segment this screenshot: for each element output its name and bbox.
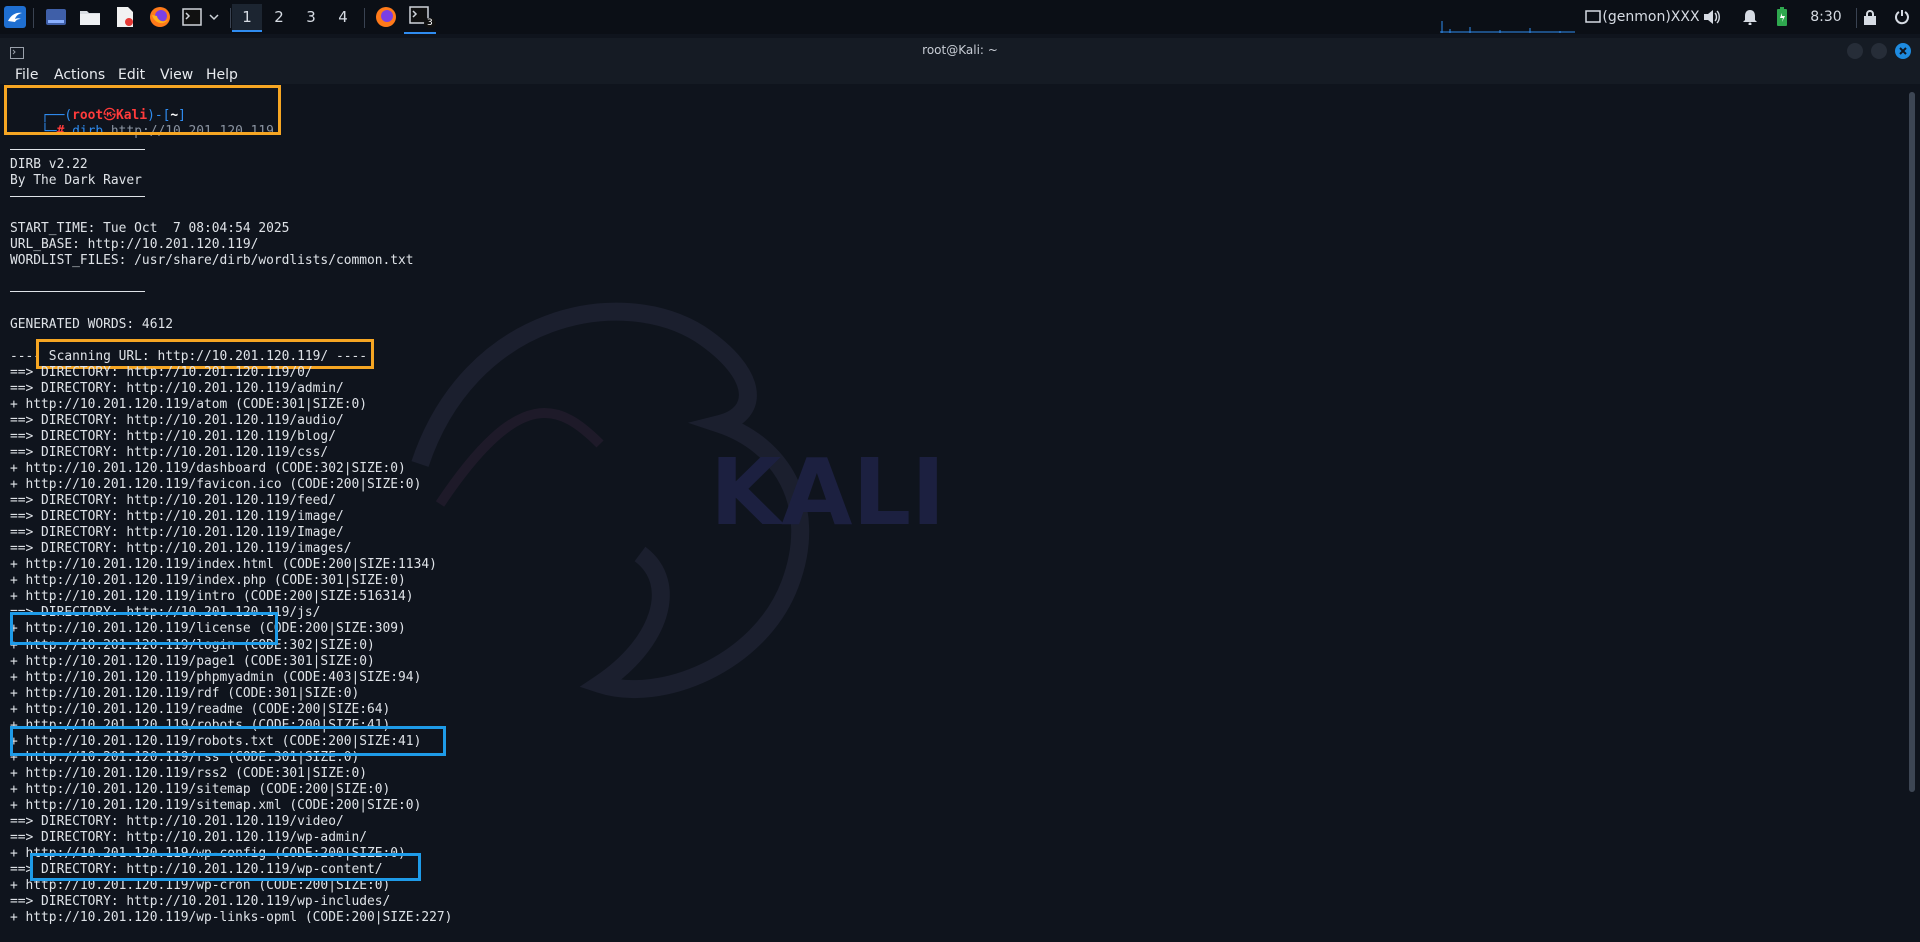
maximize-button[interactable] [1871, 43, 1887, 59]
result-line: + http://10.201.120.119/index.html (CODE… [10, 557, 437, 573]
close-button[interactable] [1895, 43, 1911, 59]
result-line: + http://10.201.120.119/atom (CODE:301|S… [10, 397, 367, 413]
text-editor-icon[interactable] [114, 0, 136, 34]
taskbar-terminal-window[interactable]: 3 [404, 0, 436, 34]
result-line: + http://10.201.120.119/favicon.ico (COD… [10, 477, 422, 493]
result-line: + http://10.201.120.119/sitemap (CODE:20… [10, 781, 391, 797]
result-line: + http://10.201.120.119/intro (CODE:200|… [10, 589, 414, 605]
scrollbar-thumb[interactable] [1909, 92, 1915, 792]
firefox-icon[interactable] [148, 0, 172, 34]
terminal-icon[interactable] [180, 0, 204, 34]
notification-bell-icon[interactable] [1740, 0, 1760, 34]
scrollbar[interactable] [1909, 92, 1915, 792]
divider [10, 149, 145, 150]
info-line: URL_BASE: http://10.201.120.119/ [10, 237, 259, 252]
highlight-box-command [4, 85, 281, 135]
menu-actions[interactable]: Actions [54, 67, 105, 83]
kali-menu-icon[interactable] [2, 0, 28, 34]
result-line: ==> DIRECTORY: http://10.201.120.119/adm… [10, 381, 344, 397]
result-line: + http://10.201.120.119/readme (CODE:200… [10, 701, 391, 717]
file-manager-icon[interactable] [78, 0, 102, 34]
separator [1856, 8, 1857, 28]
menu-file[interactable]: File [15, 67, 38, 83]
menu-help[interactable]: Help [206, 67, 238, 83]
terminal-area[interactable]: KALI ┌──(root㉿Kali)-[~] └─# dirb http://… [0, 84, 1920, 942]
power-icon[interactable] [1892, 0, 1912, 34]
separator [33, 8, 34, 28]
result-line: ==> DIRECTORY: http://10.201.120.119/0/ [10, 365, 313, 380]
result-line: + http://10.201.120.119/wp-links-opml (C… [10, 910, 453, 926]
window-title: root@Kali: ~ [922, 43, 998, 57]
result-line: ==> DIRECTORY: http://10.201.120.119/css… [10, 445, 329, 461]
separator [364, 8, 365, 28]
window-count-badge: 3 [424, 18, 436, 28]
result-line: ==> DIRECTORY: http://10.201.120.119/ima… [10, 541, 352, 557]
result-line: ==> DIRECTORY: http://10.201.120.119/ima… [10, 509, 344, 525]
genmon-label[interactable]: (genmon)XXX [1602, 0, 1699, 34]
highlight-box-wp-content [30, 853, 421, 881]
menubar: File Actions Edit View Help [0, 64, 1920, 84]
minimize-button[interactable] [1847, 43, 1863, 59]
result-line: ==> DIRECTORY: http://10.201.120.119/Ima… [10, 525, 344, 541]
battery-icon[interactable] [1772, 0, 1792, 34]
result-line: + http://10.201.120.119/dashboard (CODE:… [10, 461, 406, 477]
result-line: + http://10.201.120.119/phpmyadmin (CODE… [10, 669, 422, 685]
workspace-2[interactable]: 2 [264, 4, 294, 30]
highlight-box-robots [10, 726, 446, 756]
result-line: ==> DIRECTORY: http://10.201.120.119/fee… [10, 493, 336, 509]
banner-line: By The Dark Raver [10, 173, 142, 188]
result-line: ==> DIRECTORY: http://10.201.120.119/wp-… [10, 829, 367, 845]
window-titlebar[interactable]: root@Kali: ~ [0, 38, 1920, 64]
divider [10, 291, 145, 292]
menu-edit[interactable]: Edit [118, 67, 145, 83]
dropdown-chevron-icon[interactable] [206, 0, 222, 34]
desktop-icon[interactable] [44, 0, 68, 34]
workspace-3[interactable]: 3 [296, 4, 326, 30]
workspace-4[interactable]: 4 [328, 4, 358, 30]
genmon-icon[interactable] [1584, 0, 1602, 34]
result-line: ==> DIRECTORY: http://10.201.120.119/wp-… [10, 893, 391, 909]
result-line: ==> DIRECTORY: http://10.201.120.119/aud… [10, 413, 344, 429]
result-line: + http://10.201.120.119/sitemap.xml (COD… [10, 797, 422, 813]
close-icon [1899, 47, 1907, 55]
result-line: ==> DIRECTORY: http://10.201.120.119/blo… [10, 429, 336, 445]
workspace-1[interactable]: 1 [232, 4, 262, 32]
volume-icon[interactable] [1702, 0, 1722, 34]
watermark-text: KALI [710, 439, 945, 546]
result-line: ==> DIRECTORY: http://10.201.120.119/vid… [10, 813, 344, 829]
result-line: + http://10.201.120.119/page1 (CODE:301|… [10, 653, 375, 669]
banner-line: DIRB v2.22 [10, 157, 88, 172]
taskbar-firefox-window[interactable] [372, 0, 400, 34]
cpu-graph [1440, 18, 1575, 33]
divider [10, 196, 145, 197]
top-panel: 1 2 3 4 3 (genmon)XXX 8:30 [0, 0, 1920, 34]
result-line: + http://10.201.120.119/rss2 (CODE:301|S… [10, 765, 367, 781]
clock[interactable]: 8:30 [1806, 0, 1846, 34]
lock-icon[interactable] [1860, 0, 1880, 34]
info-line: WORDLIST_FILES: /usr/share/dirb/wordlist… [10, 253, 414, 268]
info-line: START_TIME: Tue Oct 7 08:04:54 2025 [10, 221, 290, 236]
result-line: + http://10.201.120.119/rdf (CODE:301|SI… [10, 685, 360, 701]
menu-view[interactable]: View [160, 67, 193, 83]
separator [230, 8, 231, 28]
result-line: + http://10.201.120.119/index.php (CODE:… [10, 573, 406, 589]
highlight-box-login [10, 612, 278, 645]
generated-words: GENERATED WORDS: 4612 [10, 317, 173, 332]
